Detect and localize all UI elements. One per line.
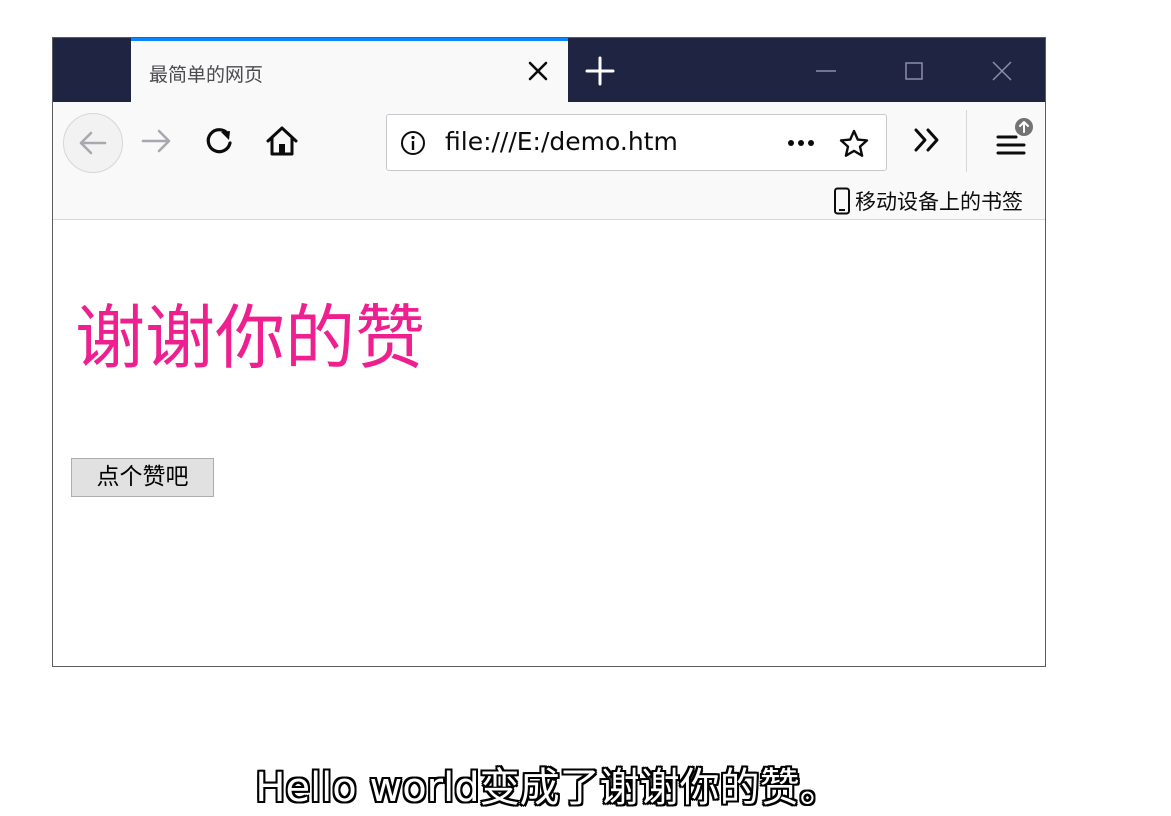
mobile-bookmarks-button[interactable]: 移动设备上的书签: [833, 186, 1023, 216]
url-bar[interactable]: file:///E:/demo.htm: [386, 114, 887, 171]
like-button[interactable]: 点个赞吧: [71, 458, 214, 497]
reload-icon[interactable]: [197, 119, 241, 163]
tab-title: 最简单的网页: [149, 64, 264, 86]
minimize-icon[interactable]: [811, 56, 841, 86]
navigation-toolbar: file:///E:/demo.htm: [53, 102, 1045, 182]
mobile-bookmarks-label: 移动设备上的书签: [855, 190, 1023, 214]
page-heading: 谢谢你的赞: [75, 297, 425, 379]
new-tab-icon[interactable]: [583, 54, 617, 88]
browser-window: 最简单的网页 file:///E:/demo.htm 移动设备上的书签 谢谢你的…: [52, 37, 1046, 667]
hamburger-menu-icon[interactable]: [990, 115, 1038, 163]
url-text[interactable]: file:///E:/demo.htm: [445, 127, 678, 156]
forward-arrow-icon[interactable]: [135, 119, 179, 163]
back-button[interactable]: [63, 113, 123, 173]
active-tab[interactable]: 最简单的网页: [131, 38, 568, 102]
maximize-icon[interactable]: [899, 56, 929, 86]
home-icon[interactable]: [260, 119, 304, 163]
close-tab-icon[interactable]: [524, 57, 552, 85]
page-content: 谢谢你的赞 点个赞吧: [53, 220, 1045, 666]
page-actions-icon[interactable]: [783, 129, 823, 157]
tab-strip: 最简单的网页: [53, 38, 1045, 102]
video-subtitle: Hello world变成了谢谢你的赞。: [255, 765, 840, 811]
window-close-icon[interactable]: [987, 56, 1017, 86]
toolbar-divider: [966, 110, 967, 172]
bookmark-star-icon[interactable]: [837, 127, 871, 161]
info-icon[interactable]: [399, 129, 427, 157]
bookmarks-toolbar: 移动设备上的书签: [53, 182, 1045, 220]
chevron-double-right-icon[interactable]: [908, 120, 948, 160]
mobile-phone-icon: [833, 187, 851, 215]
